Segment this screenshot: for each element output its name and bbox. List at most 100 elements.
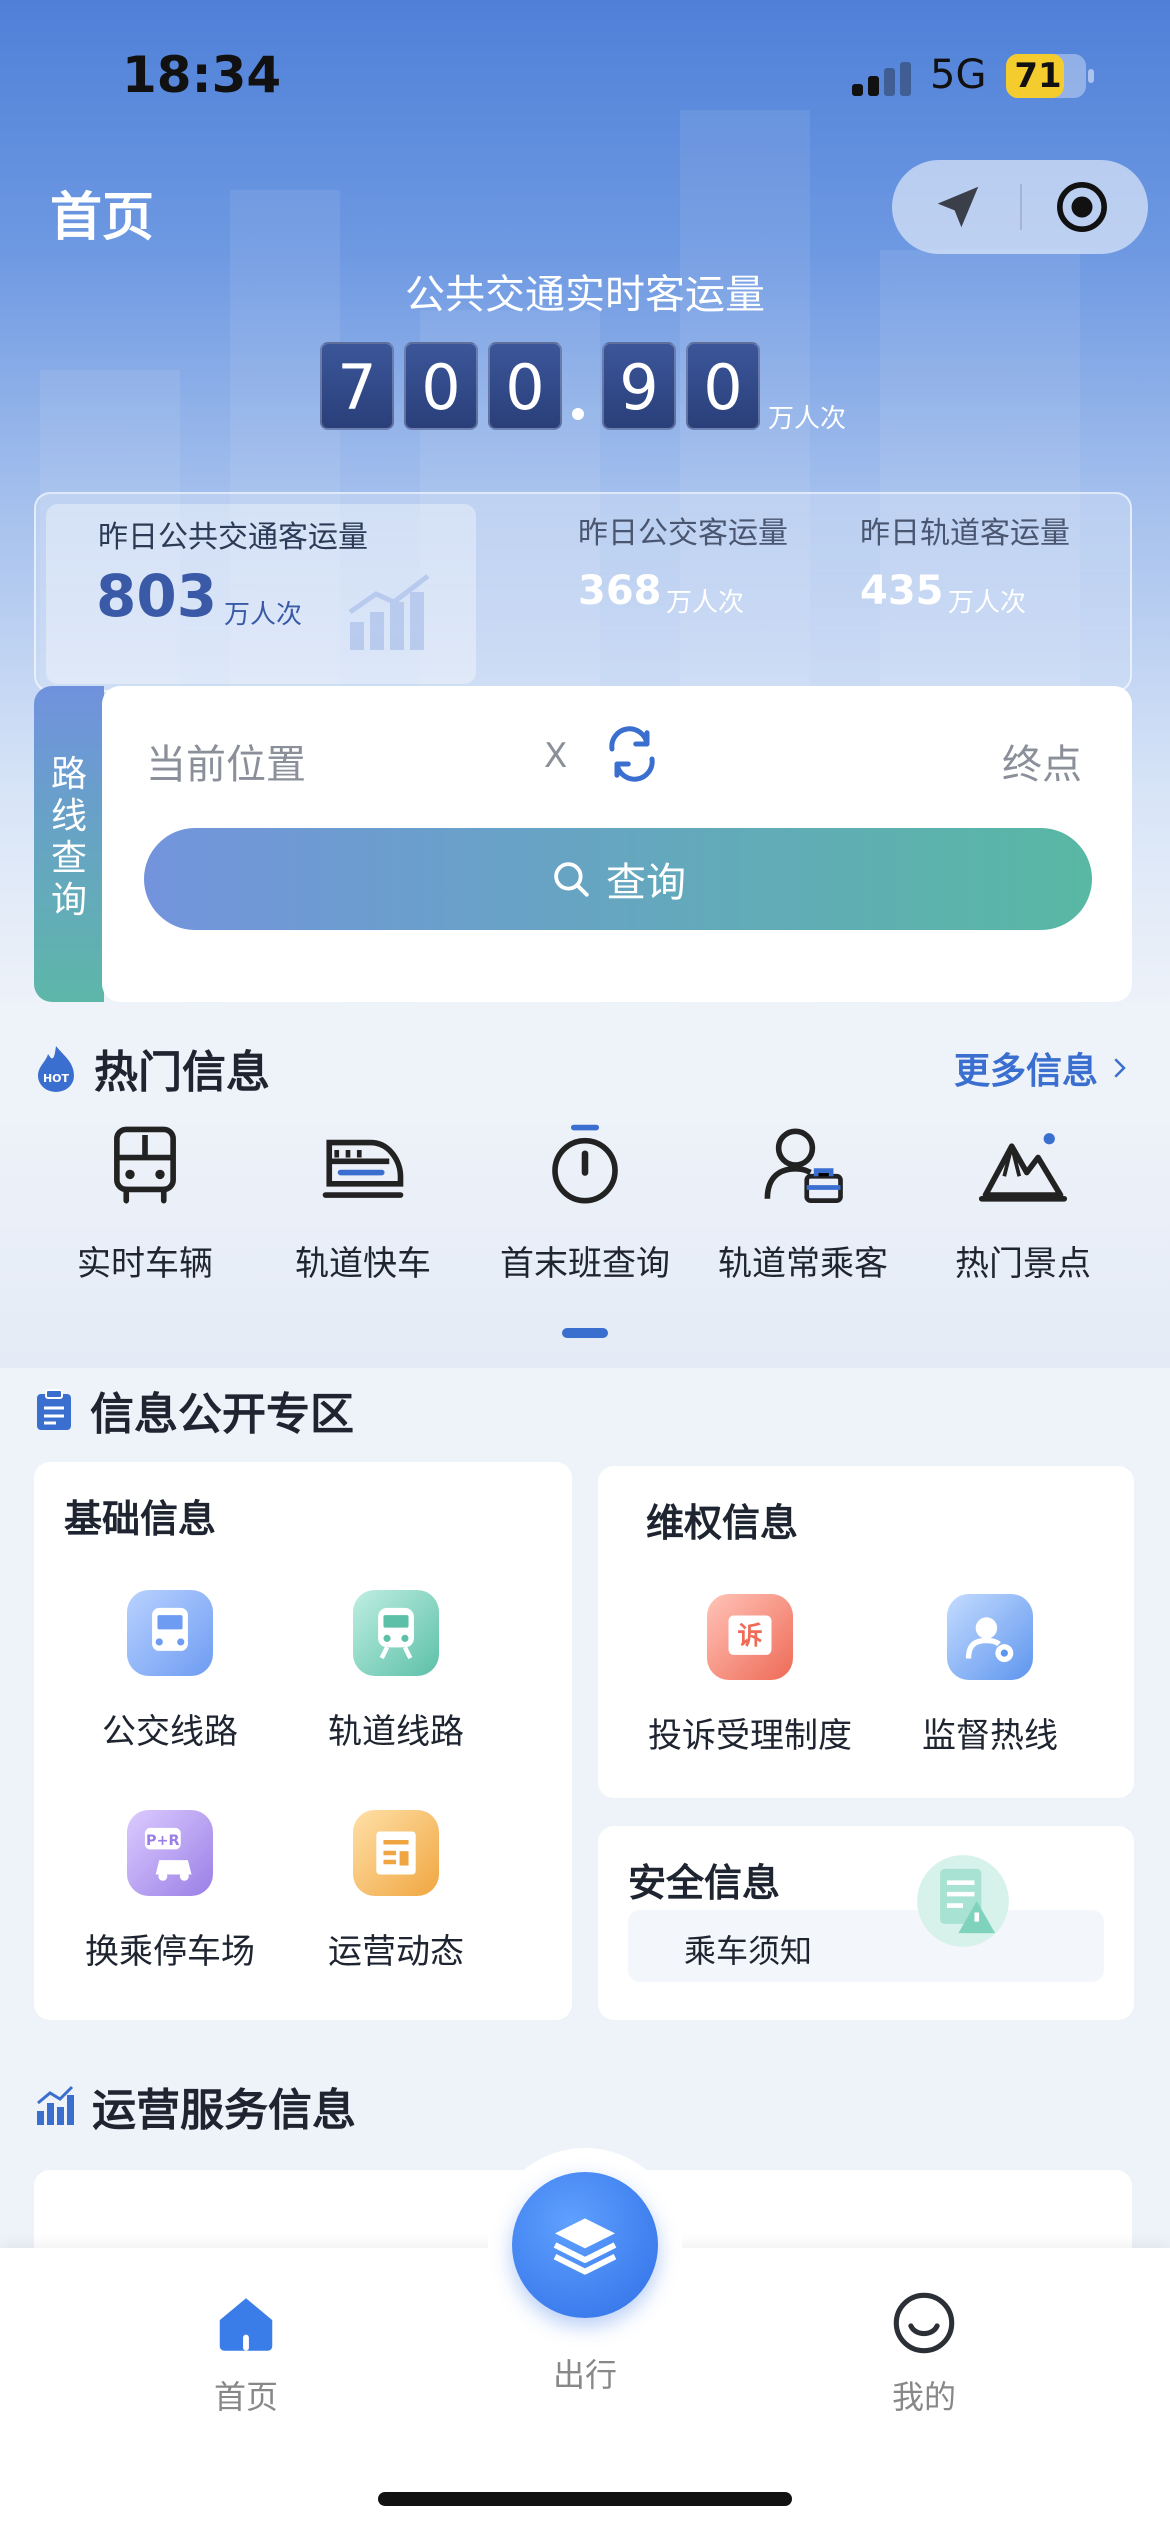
status-bar: 18:34 5G 71 (0, 0, 1170, 150)
stat-rail-value: 435 (860, 568, 944, 614)
smile-profile-icon (893, 2292, 955, 2354)
counter-digit: 0 (488, 342, 562, 430)
bus-route-icon (127, 1590, 213, 1676)
hot-item-label: 首末班查询 (500, 1244, 670, 1284)
safety-info-title: 安全信息 (628, 1861, 781, 1905)
location-arrow-button[interactable] (928, 177, 988, 237)
ops-section-title: 运营服务信息 (92, 2085, 356, 2136)
carousel-indicator (562, 1328, 608, 1338)
complaint-badge: 诉 (737, 1621, 762, 1650)
swap-icon (609, 726, 655, 782)
counter-digit: 7 (320, 342, 394, 430)
swap-direction-button[interactable] (602, 724, 662, 784)
destination-input[interactable]: 终点 (1002, 732, 1082, 790)
tile-label: 运营动态 (328, 1932, 464, 1972)
news-glyph (376, 1831, 416, 1875)
tile-operations-news[interactable]: 运营动态 (286, 1810, 506, 1973)
stat-rail-label: 昨日轨道客运量 (860, 516, 1070, 551)
query-button[interactable]: 查询 (144, 828, 1092, 930)
target-icon (1057, 182, 1107, 232)
tab-mine-label: 我的 (891, 2378, 956, 2416)
tile-bus-routes[interactable]: 公交线路 (60, 1590, 280, 1753)
hot-item-rail-express[interactable]: 轨道快车 (258, 1120, 468, 1285)
route-side-label: 路线查询 (50, 754, 87, 921)
tab-mine[interactable]: 我的 (824, 2288, 1024, 2418)
safety-document-icon (917, 1855, 1009, 1947)
tile-complaint-policy[interactable]: 诉 投诉受理制度 (640, 1594, 860, 1757)
rail-route-glyph (378, 1607, 414, 1660)
park-ride-glyph: P+R (144, 1827, 192, 1881)
cellular-signal-icon (852, 62, 912, 96)
page-title: 首页 (50, 188, 155, 248)
park-ride-badge: P+R (146, 1833, 180, 1849)
stat-bus-value: 368 (578, 568, 662, 614)
tile-label: 轨道线路 (328, 1712, 464, 1752)
boarding-notice-label: 乘车须知 (684, 1932, 813, 1970)
hot-section-header: HOT 热门信息 (34, 1036, 270, 1100)
chevron-right-icon (1114, 1058, 1126, 1078)
growth-chart-icon (348, 574, 430, 650)
bar-chart-icon (37, 2085, 74, 2125)
tile-park-and-ride[interactable]: P+R 换乘停车场 (60, 1810, 280, 1973)
tab-home[interactable]: 首页 (146, 2288, 346, 2418)
hot-item-first-last-bus[interactable]: 首末班查询 (480, 1120, 690, 1285)
layers-icon (553, 2218, 617, 2275)
ops-section-header: 运营服务信息 (34, 2074, 356, 2138)
hot-item-label: 轨道快车 (295, 1244, 431, 1284)
tile-label: 监督热线 (922, 1716, 1058, 1756)
counter-digit: 9 (602, 342, 676, 430)
tile-label: 换乘停车场 (85, 1932, 255, 1972)
tile-supervision-hotline[interactable]: 监督热线 (880, 1594, 1100, 1757)
complaint-glyph: 诉 (728, 1615, 772, 1655)
hot-flame-icon: HOT (38, 1046, 74, 1092)
close-target-button[interactable] (1052, 177, 1112, 237)
hot-item-label: 轨道常乘客 (718, 1244, 888, 1284)
query-button-label: 查询 (606, 860, 686, 906)
hot-item-frequent-rider[interactable]: 轨道常乘客 (698, 1120, 908, 1285)
commuter-icon (764, 1128, 843, 1203)
tab-travel-button[interactable] (512, 2172, 658, 2318)
counter-digit: 0 (404, 342, 478, 430)
basic-info-title: 基础信息 (64, 1497, 217, 1541)
info-section-title: 信息公开专区 (90, 1389, 354, 1440)
more-info-link[interactable]: 更多信息 (954, 1042, 1134, 1094)
rights-info-title: 维权信息 (646, 1501, 799, 1545)
tile-rail-routes[interactable]: 轨道线路 (286, 1590, 506, 1753)
complaint-icon: 诉 (707, 1594, 793, 1680)
home-indicator (378, 2492, 792, 2506)
tile-label: 投诉受理制度 (648, 1716, 852, 1756)
tab-travel-label: 出行 (552, 2356, 617, 2394)
park-ride-icon: P+R (127, 1810, 213, 1896)
capsule-divider (1020, 184, 1022, 230)
clipboard-icon (37, 1389, 71, 1430)
home-icon (219, 2298, 273, 2351)
decimal-point (572, 408, 584, 420)
bus-route-glyph (152, 1607, 188, 1651)
stat-total-unit: 万人次 (224, 600, 303, 630)
mountain-icon (978, 1133, 1068, 1202)
info-section-header: 信息公开专区 (34, 1378, 354, 1442)
clear-origin-button[interactable]: X (544, 736, 567, 776)
network-type: 5G (930, 52, 987, 98)
bus-icon (114, 1126, 176, 1204)
battery-icon: 71 (1006, 54, 1094, 98)
hot-item-realtime-vehicles[interactable]: 实时车辆 (40, 1120, 250, 1285)
hot-item-attractions[interactable]: 热门景点 (918, 1120, 1128, 1285)
stat-bus-label: 昨日公交客运量 (578, 516, 788, 551)
hotline-glyph (965, 1617, 1014, 1663)
hot-item-label: 实时车辆 (77, 1244, 213, 1284)
basic-info-panel: 基础信息 公交线路 轨道线路 P+R 换乘停车场 运营动态 (34, 1462, 572, 2020)
hot-badge: HOT (43, 1072, 70, 1085)
location-arrow-icon (937, 186, 979, 228)
rail-route-icon (353, 1590, 439, 1676)
battery-level: 71 (1014, 56, 1062, 96)
stat-rail-unit: 万人次 (948, 588, 1027, 618)
stats-card: 昨日公共交通客运量 803 万人次 昨日公交客运量 368 万人次 昨日轨道客运… (34, 492, 1132, 692)
origin-input[interactable]: 当前位置 (146, 732, 306, 790)
boarding-notice-link[interactable]: 乘车须知 (628, 1910, 1104, 1982)
hot-item-label: 热门景点 (955, 1244, 1091, 1284)
safety-info-panel: 安全信息 乘车须知 (598, 1826, 1134, 2020)
route-side-tab: 路线查询 (34, 686, 104, 1002)
counter-digit: 0 (686, 342, 760, 430)
rights-info-panel: 维权信息 诉 投诉受理制度 监督热线 (598, 1466, 1134, 1798)
